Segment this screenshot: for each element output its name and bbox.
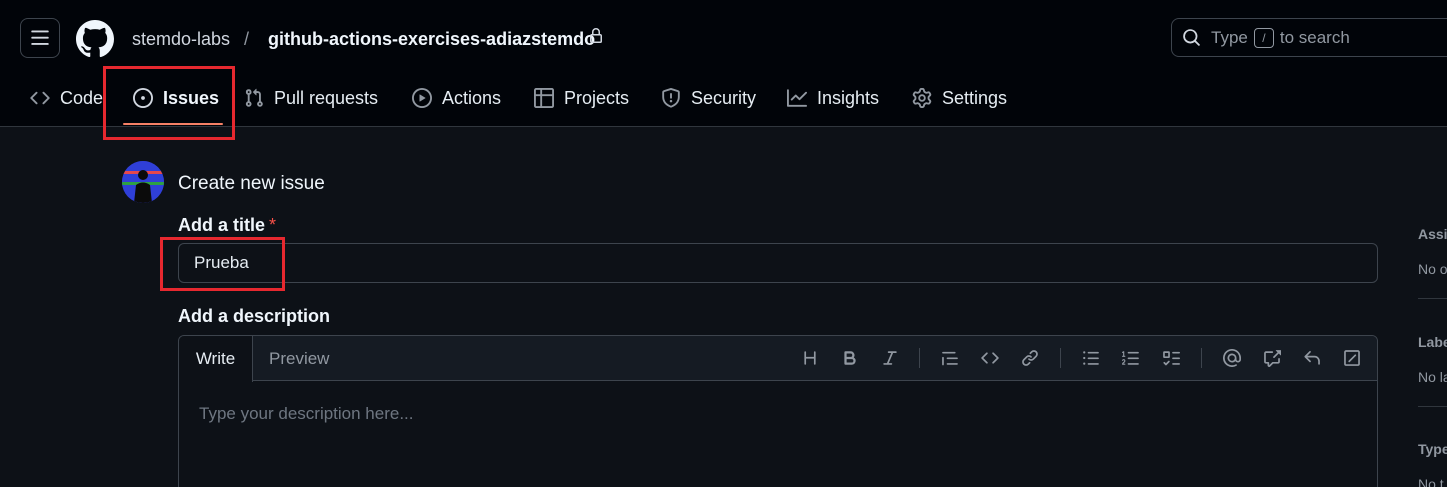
breadcrumb-separator: /	[244, 29, 250, 49]
link-icon	[1022, 350, 1038, 366]
description-editor: Write Preview Type your description here…	[178, 335, 1378, 487]
tab-settings[interactable]: Settings	[912, 76, 1007, 120]
code-icon	[30, 91, 50, 105]
tab-preview[interactable]: Preview	[269, 349, 329, 369]
link-button[interactable]	[1019, 347, 1041, 369]
toolbar-divider	[1060, 348, 1061, 368]
ordered-list-icon	[1122, 351, 1139, 365]
sidebar-type-heading[interactable]: Type	[1418, 441, 1447, 457]
bold-button[interactable]	[839, 347, 861, 369]
tab-projects[interactable]: Projects	[534, 76, 629, 120]
task-list-button[interactable]	[1160, 347, 1182, 369]
tab-insights[interactable]: Insights	[787, 76, 879, 120]
table-icon	[534, 88, 554, 108]
tab-projects-label: Projects	[564, 87, 630, 108]
unordered-list-button[interactable]	[1080, 347, 1102, 369]
description-textarea[interactable]: Type your description here...	[199, 404, 414, 424]
saved-reply-button[interactable]	[1301, 347, 1323, 369]
annotation-box-title	[160, 237, 285, 291]
bold-icon	[844, 351, 856, 365]
tab-actions[interactable]: Actions	[412, 76, 501, 120]
page-title: Create new issue	[178, 173, 325, 194]
sidebar-labels-heading[interactable]: Labe	[1418, 334, 1447, 350]
tab-insights-label: Insights	[817, 87, 880, 108]
git-pull-request-icon	[245, 88, 263, 107]
code-button[interactable]	[979, 347, 1001, 369]
breadcrumb-owner[interactable]: stemdo-labs	[132, 27, 230, 51]
tab-pull-requests[interactable]: Pull requests	[244, 76, 378, 120]
heading-button[interactable]	[799, 347, 821, 369]
breadcrumb-repo[interactable]: github-actions-exercises-adiazstemdo	[268, 27, 595, 51]
cross-reference-button[interactable]	[1261, 347, 1283, 369]
global-menu-button[interactable]	[20, 18, 60, 58]
search-input[interactable]: Type / to search	[1171, 18, 1447, 57]
sidebar-labels-value: No la	[1418, 369, 1447, 385]
tab-security[interactable]: Security	[661, 76, 756, 120]
graph-icon	[787, 89, 807, 107]
required-marker: *	[269, 215, 277, 235]
github-logo-icon[interactable]	[76, 20, 114, 58]
task-list-icon	[1163, 351, 1180, 366]
title-label: Add a title *	[178, 215, 276, 236]
editor-toolbar: Write Preview	[179, 336, 1377, 382]
tab-settings-label: Settings	[942, 87, 1008, 108]
cross-reference-icon	[1264, 350, 1281, 367]
tab-security-label: Security	[691, 87, 757, 108]
mention-button[interactable]	[1221, 347, 1243, 369]
title-label-text: Add a title	[178, 215, 266, 235]
quote-button[interactable]	[939, 347, 961, 369]
shield-icon	[662, 88, 680, 108]
unordered-list-icon	[1083, 351, 1099, 365]
quote-icon	[942, 351, 958, 366]
heading-icon	[804, 351, 816, 365]
play-icon	[412, 88, 432, 108]
description-label: Add a description	[178, 306, 331, 326]
fullscreen-button[interactable]	[1341, 347, 1363, 369]
tab-actions-label: Actions	[442, 87, 502, 108]
sidebar-assignees-heading[interactable]: Assig	[1418, 226, 1447, 242]
user-avatar-image	[122, 161, 164, 203]
sidebar-divider	[1418, 298, 1447, 299]
reply-icon	[1304, 350, 1320, 365]
italic-button[interactable]	[879, 347, 901, 369]
search-shortcut-key: /	[1253, 28, 1274, 48]
tab-pull-requests-label: Pull requests	[274, 87, 379, 108]
tab-code-label: Code	[60, 87, 104, 108]
italic-icon	[883, 351, 897, 365]
sidebar-divider	[1418, 406, 1447, 407]
toolbar-divider	[919, 348, 920, 368]
search-prefix: Type	[1211, 28, 1248, 47]
search-icon	[1183, 29, 1200, 46]
search-placeholder: Type / to search	[1211, 28, 1350, 48]
avatar[interactable]	[122, 161, 164, 203]
mention-icon	[1223, 349, 1241, 367]
tab-write[interactable]: Write	[179, 336, 253, 382]
fullscreen-icon	[1344, 350, 1360, 366]
toolbar-divider	[1201, 348, 1202, 368]
gear-icon	[912, 88, 932, 108]
issue-title-input[interactable]	[178, 243, 1378, 283]
annotation-box-issues	[103, 66, 235, 140]
hamburger-icon	[31, 30, 49, 45]
lock-icon	[590, 28, 602, 43]
code-icon	[981, 352, 999, 364]
tab-code[interactable]: Code	[30, 76, 103, 120]
ordered-list-button[interactable]	[1120, 347, 1142, 369]
sidebar-assignees-value: No o	[1418, 261, 1447, 277]
search-suffix: to search	[1279, 28, 1350, 47]
sidebar-type-value: No t	[1418, 476, 1444, 487]
